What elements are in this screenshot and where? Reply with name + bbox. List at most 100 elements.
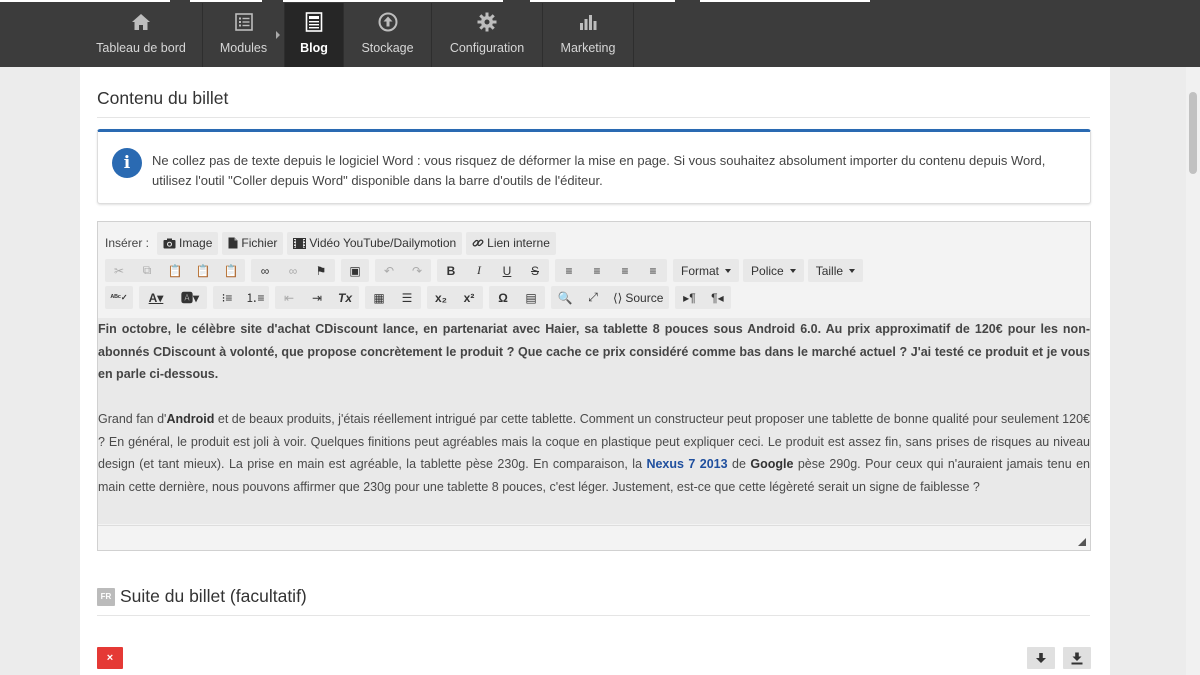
list-icon (233, 11, 255, 33)
indent-icon[interactable]: ⇥ (303, 286, 331, 309)
intro-paragraph: Fin octobre, le célèbre site d'achat CDi… (98, 322, 1090, 381)
cut-icon[interactable]: ✂ (105, 259, 133, 282)
ltr-icon[interactable]: ▸¶ (675, 286, 703, 309)
nexus-link[interactable]: Nexus 7 2013 (646, 457, 727, 471)
scrollbar-thumb[interactable] (1189, 92, 1197, 174)
nav-item-stockage[interactable]: Stockage (344, 3, 432, 67)
anchor-flag-icon[interactable]: ⚑ (307, 259, 335, 282)
image-group: ▣ (341, 259, 369, 282)
undo-icon[interactable]: ↶ (375, 259, 403, 282)
clipboard-group: ✂ ⧉ 📋 📋 📋 (105, 259, 245, 282)
color-group: A▾ 🅰▾ (139, 286, 207, 309)
background-color-icon[interactable]: 🅰▾ (173, 286, 207, 309)
paste-icon[interactable]: 📋 (161, 259, 189, 282)
paste-word-icon[interactable]: 📋 (217, 259, 245, 282)
bulleted-list-icon[interactable]: ⁝≡ (213, 286, 241, 309)
table-icon[interactable]: ▦ (365, 286, 393, 309)
bar-chart-icon (577, 11, 599, 33)
section-title: Contenu du billet (97, 88, 1090, 118)
image-icon[interactable]: ▣ (341, 259, 369, 282)
spellcheck-icon[interactable]: ᴬᴮᶜ✓ (105, 286, 133, 309)
caret-down-icon (725, 268, 732, 273)
format-dropdown[interactable]: Format (673, 259, 740, 282)
nav-item-tableau-de-bord[interactable]: Tableau de bord (80, 3, 203, 67)
numbered-list-icon[interactable]: ⒈≡ (241, 286, 269, 309)
remove-format-icon[interactable]: Tx (331, 286, 359, 309)
body-text: de (727, 457, 751, 471)
nav-label: Modules (219, 41, 268, 55)
align-center-icon[interactable]: ≡ (583, 259, 611, 282)
history-group: ↶ ↷ (375, 259, 431, 282)
font-dropdown[interactable]: Police (743, 259, 804, 282)
strikethrough-icon[interactable]: S (521, 259, 549, 282)
download-button[interactable] (1063, 647, 1091, 669)
insert-video-button[interactable]: Vidéo YouTube/Dailymotion (287, 231, 463, 255)
insert-internal-link-button[interactable]: Lien interne (466, 231, 556, 255)
arrow-down-icon (1036, 653, 1046, 663)
table-group: ▦ ☰ (365, 286, 421, 309)
nav-label: Stockage (361, 41, 414, 55)
upload-circle-icon (377, 11, 399, 33)
caret-down-icon (849, 268, 856, 273)
editor-toolbar-row-2: ᴬᴮᶜ✓ A▾ 🅰▾ ⁝≡ ⒈≡ ⇤ ⇥ Tx ▦ ☰ x₂ x² Ω ▤ 🔍 … (105, 286, 737, 309)
fr-flag-icon: FR (97, 587, 115, 606)
source-icon: ⟨⟩ (613, 290, 623, 305)
bold-icon[interactable]: B (437, 259, 465, 282)
insert-internal-link-label: Lien interne (487, 236, 550, 250)
preview-icon[interactable]: 🔍 (551, 286, 579, 309)
media-icon[interactable]: ▤ (517, 286, 545, 309)
paste-text-icon[interactable]: 📋 (189, 259, 217, 282)
size-dropdown[interactable]: Taille (807, 259, 864, 282)
browser-tab-strip (530, 0, 675, 2)
horizontal-rule-icon[interactable]: ☰ (393, 286, 421, 309)
outdent-icon[interactable]: ⇤ (275, 286, 303, 309)
editor-content-area[interactable]: Fin octobre, le célèbre site d'achat CDi… (98, 318, 1090, 524)
text-color-icon[interactable]: A▾ (139, 286, 173, 309)
align-right-icon[interactable]: ≡ (611, 259, 639, 282)
insert-image-button[interactable]: Image (157, 231, 219, 255)
maximize-icon[interactable]: ⤢ (579, 286, 607, 309)
special-group: Ω ▤ (489, 286, 545, 309)
unlink-icon[interactable]: ∞ (279, 259, 307, 282)
text-style-group: B I U S (437, 259, 549, 282)
font-label: Police (751, 263, 784, 278)
nav-label: Configuration (449, 41, 525, 55)
underline-icon[interactable]: U (493, 259, 521, 282)
redo-icon[interactable]: ↷ (403, 259, 431, 282)
body-text: Grand fan d' (98, 412, 167, 426)
nav-item-marketing[interactable]: Marketing (543, 3, 634, 67)
editor-statusbar (98, 525, 1090, 550)
bold-text: Android (166, 412, 215, 426)
download-icon (1071, 652, 1083, 664)
format-label: Format (681, 263, 720, 278)
align-group: ≡ ≡ ≡ ≡ (555, 259, 667, 282)
align-left-icon[interactable]: ≡ (555, 259, 583, 282)
link-icon (472, 239, 484, 247)
nav-item-blog[interactable]: Blog (285, 3, 344, 67)
delete-button[interactable]: × (97, 647, 123, 669)
page-scrollbar[interactable] (1186, 67, 1200, 675)
insert-video-label: Vidéo YouTube/Dailymotion (309, 236, 457, 250)
insert-label: Insérer : (105, 236, 150, 250)
nav-label: Blog (300, 41, 328, 55)
superscript-icon[interactable]: x² (455, 286, 483, 309)
align-justify-icon[interactable]: ≡ (639, 259, 667, 282)
copy-icon[interactable]: ⧉ (133, 259, 161, 282)
rtl-icon[interactable]: ¶◂ (703, 286, 731, 309)
nav-item-modules[interactable]: Modules (203, 3, 285, 67)
move-down-button[interactable] (1027, 647, 1055, 669)
link-icon[interactable]: ∞ (251, 259, 279, 282)
resize-handle-icon[interactable] (1078, 538, 1086, 546)
subscript-icon[interactable]: x₂ (427, 286, 455, 309)
list-group: ⁝≡ ⒈≡ (213, 286, 269, 309)
special-char-icon[interactable]: Ω (489, 286, 517, 309)
script-group: x₂ x² (427, 286, 483, 309)
italic-icon[interactable]: I (465, 259, 493, 282)
insert-file-button[interactable]: Fichier (222, 231, 284, 255)
rich-text-editor: Insérer : Image Fichier Vidéo YouTube/Da… (97, 221, 1091, 551)
camera-icon (163, 238, 176, 248)
nav-item-configuration[interactable]: Configuration (432, 3, 543, 67)
top-navbar: Tableau de bord Modules Blog Stockage Co… (0, 0, 1200, 67)
browser-tab-strip (0, 0, 170, 2)
source-button[interactable]: ⟨⟩ Source (607, 286, 669, 309)
